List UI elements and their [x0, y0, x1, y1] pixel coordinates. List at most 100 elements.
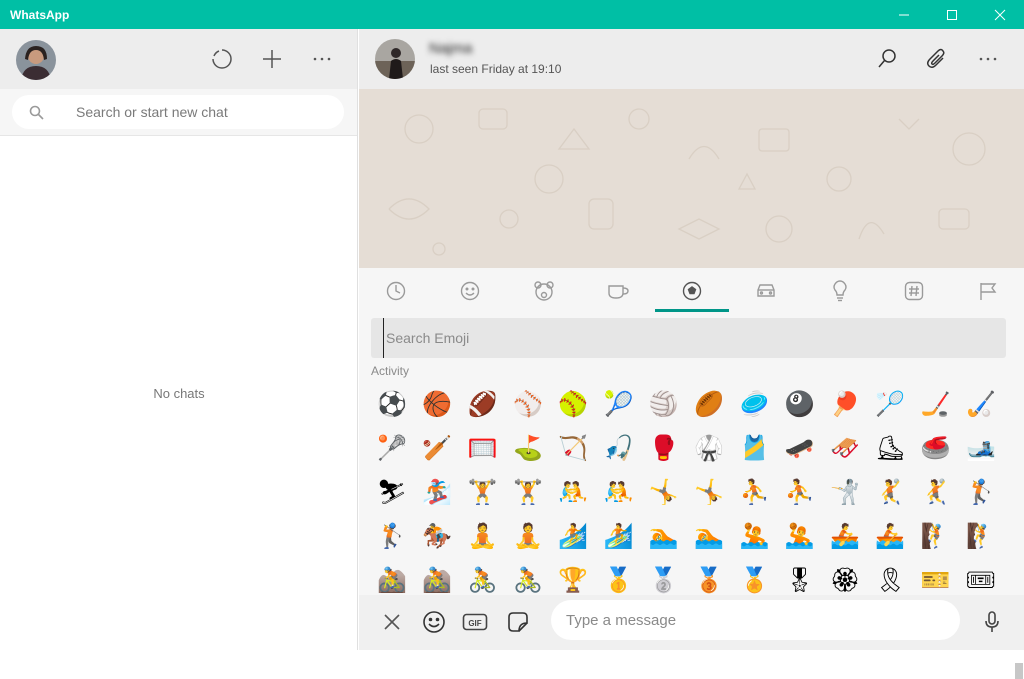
emoji-item[interactable]: 🤼 [600, 473, 638, 511]
emoji-item[interactable]: 🧗 [962, 517, 1000, 555]
message-input[interactable] [566, 600, 946, 640]
emoji-item[interactable]: 🥇 [600, 561, 638, 595]
emoji-button[interactable] [419, 607, 449, 637]
emoji-item[interactable]: 🥈 [645, 561, 683, 595]
chat-menu-button[interactable] [973, 44, 1003, 74]
emoji-item[interactable]: 🎫 [917, 561, 955, 595]
emoji-item[interactable]: ⛷ [373, 473, 411, 511]
tab-animals[interactable] [507, 268, 581, 313]
emoji-item[interactable]: 🏐 [645, 385, 683, 423]
tab-recent[interactable] [359, 268, 433, 313]
emoji-item[interactable]: 🎟 [962, 561, 1000, 595]
emoji-item[interactable]: 🚵 [418, 561, 456, 595]
emoji-item[interactable]: 🎾 [600, 385, 638, 423]
emoji-item[interactable]: 🛹 [781, 429, 819, 467]
tab-objects[interactable] [803, 268, 877, 313]
status-button[interactable] [207, 44, 237, 74]
emoji-item[interactable]: 🎖 [781, 561, 819, 595]
search-input[interactable] [76, 95, 331, 129]
tab-food[interactable] [581, 268, 655, 313]
emoji-item[interactable]: 🤸 [690, 473, 728, 511]
emoji-item[interactable]: 🏉 [690, 385, 728, 423]
emoji-item[interactable]: 🎣 [600, 429, 638, 467]
emoji-item[interactable]: ⛳ [509, 429, 547, 467]
emoji-item[interactable]: 🥏 [735, 385, 773, 423]
emoji-item[interactable]: 🏏 [418, 429, 456, 467]
emoji-item[interactable]: 🚣 [871, 517, 909, 555]
emoji-item[interactable]: 🎗 [871, 561, 909, 595]
contact-avatar[interactable] [375, 39, 415, 79]
emoji-item[interactable]: 🚵 [373, 561, 411, 595]
emoji-item[interactable]: 🏌 [373, 517, 411, 555]
emoji-item[interactable]: 🤺 [826, 473, 864, 511]
emoji-item[interactable]: ⚽ [373, 385, 411, 423]
emoji-item[interactable]: 🏋 [509, 473, 547, 511]
emoji-item[interactable]: 🏂 [418, 473, 456, 511]
emoji-item[interactable]: ⛸ [871, 429, 909, 467]
emoji-item[interactable]: 🎿 [962, 429, 1000, 467]
close-window-button[interactable] [976, 0, 1024, 29]
emoji-item[interactable]: 🏹 [554, 429, 592, 467]
emoji-item[interactable]: 🚣 [826, 517, 864, 555]
emoji-item[interactable]: 🤾 [871, 473, 909, 511]
emoji-item[interactable]: 🛷 [826, 429, 864, 467]
emoji-item[interactable]: 🏊 [645, 517, 683, 555]
close-emoji-panel-button[interactable] [377, 607, 407, 637]
sidebar-menu-button[interactable] [307, 44, 337, 74]
emoji-item[interactable]: 🥅 [464, 429, 502, 467]
emoji-item[interactable]: 🏅 [735, 561, 773, 595]
emoji-item[interactable]: 🏇 [418, 517, 456, 555]
emoji-item[interactable]: 🤽 [735, 517, 773, 555]
emoji-item[interactable]: 🚴 [509, 561, 547, 595]
emoji-scrollbar[interactable] [1015, 663, 1023, 679]
emoji-item[interactable]: 🏄 [554, 517, 592, 555]
emoji-item[interactable]: ⛹ [781, 473, 819, 511]
emoji-item[interactable]: 🏊 [690, 517, 728, 555]
emoji-item[interactable]: 🏀 [418, 385, 456, 423]
emoji-item[interactable]: 🏸 [871, 385, 909, 423]
my-avatar[interactable] [16, 40, 56, 80]
tab-symbols[interactable] [877, 268, 951, 313]
emoji-item[interactable]: 🏋 [464, 473, 502, 511]
emoji-item[interactable]: 🧗 [917, 517, 955, 555]
sticker-button[interactable] [503, 607, 533, 637]
emoji-item[interactable]: 🎱 [781, 385, 819, 423]
emoji-item[interactable]: 🥉 [690, 561, 728, 595]
emoji-item[interactable]: ⚾ [509, 385, 547, 423]
tab-smileys[interactable] [433, 268, 507, 313]
attach-button[interactable] [922, 44, 952, 74]
chat-search-button[interactable] [872, 44, 902, 74]
emoji-item[interactable]: 🏵 [826, 561, 864, 595]
minimize-button[interactable] [880, 0, 928, 29]
emoji-item[interactable]: 🤾 [917, 473, 955, 511]
emoji-item[interactable]: 🏒 [917, 385, 955, 423]
tab-travel[interactable] [729, 268, 803, 313]
tab-flags[interactable] [951, 268, 1024, 313]
maximize-button[interactable] [928, 0, 976, 29]
emoji-item[interactable]: 🏈 [464, 385, 502, 423]
emoji-item[interactable]: 🥎 [554, 385, 592, 423]
emoji-item[interactable]: 🥋 [690, 429, 728, 467]
new-chat-button[interactable] [257, 44, 287, 74]
emoji-item[interactable]: 🏌 [962, 473, 1000, 511]
emoji-item[interactable]: 🤽 [781, 517, 819, 555]
emoji-item[interactable]: 🏄 [600, 517, 638, 555]
emoji-item[interactable]: 🤼 [554, 473, 592, 511]
emoji-item[interactable]: 🥍 [373, 429, 411, 467]
emoji-item[interactable]: 🧘 [464, 517, 502, 555]
voice-message-button[interactable] [977, 607, 1007, 637]
emoji-item[interactable]: 🤸 [645, 473, 683, 511]
emoji-item[interactable]: 🎽 [735, 429, 773, 467]
emoji-item[interactable]: 🚴 [464, 561, 502, 595]
emoji-item[interactable]: 🏓 [826, 385, 864, 423]
gif-button[interactable]: GIF [460, 607, 490, 637]
emoji-item[interactable]: 🥌 [917, 429, 955, 467]
emoji-search-input[interactable] [383, 318, 983, 358]
emoji-item[interactable]: 🥊 [645, 429, 683, 467]
emoji-item[interactable]: 🏆 [554, 561, 592, 595]
tab-activity[interactable] [655, 268, 729, 313]
emoji-item[interactable]: ⛹ [735, 473, 773, 511]
emoji-item[interactable]: 🧘 [509, 517, 547, 555]
chat-header[interactable]: Najma last seen Friday at 19:10 [359, 29, 1024, 89]
emoji-item[interactable]: 🏑 [962, 385, 1000, 423]
